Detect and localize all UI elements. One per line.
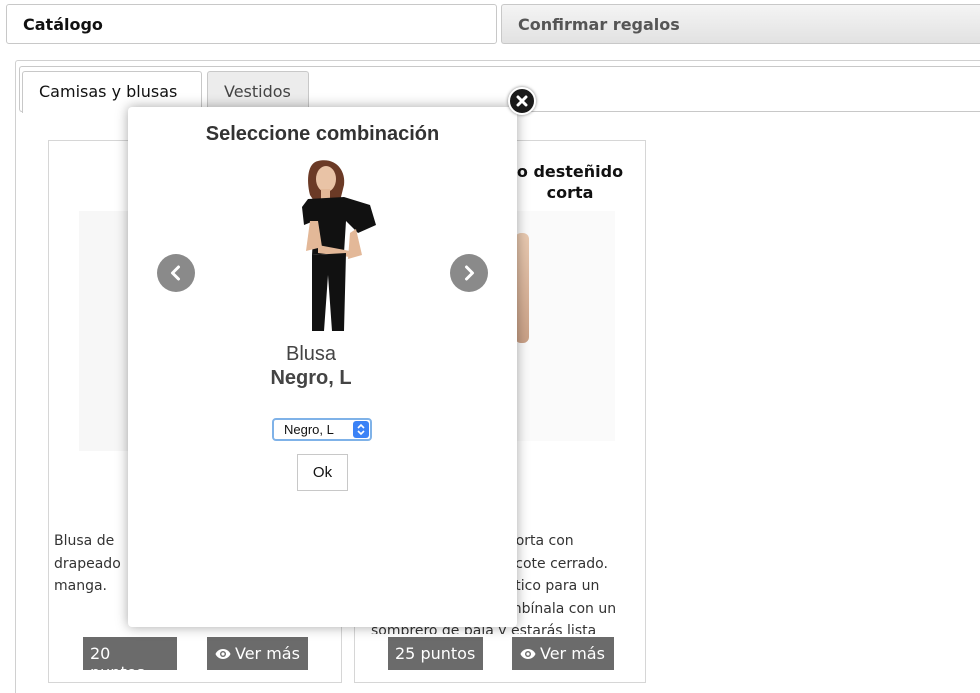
- ok-button[interactable]: Ok: [297, 454, 348, 491]
- combination-select-value: Negro, L: [284, 422, 334, 437]
- view-more-button[interactable]: Ver más: [512, 637, 614, 670]
- product-photo: [302, 160, 376, 331]
- product-combination: Negro, L: [270, 367, 352, 389]
- select-arrows-icon: [353, 421, 369, 438]
- points-label: 25 puntos: [395, 644, 476, 663]
- points-badge: 20 puntos: [83, 637, 177, 682]
- step-confirm-label: Confirmar regalos: [518, 15, 680, 34]
- eye-icon: [520, 649, 536, 659]
- points-badge: 25 puntos: [388, 637, 483, 670]
- product-name: Blusa: [285, 343, 337, 365]
- product-image-fragment: [515, 233, 529, 343]
- view-more-button[interactable]: Ver más: [207, 637, 308, 670]
- combination-select[interactable]: Negro, L: [272, 418, 372, 441]
- view-more-label: Ver más: [540, 644, 605, 663]
- points-label: 20 puntos: [90, 644, 145, 682]
- prev-combination-button[interactable]: [157, 254, 195, 292]
- step-confirm-gifts[interactable]: Confirmar regalos: [501, 4, 980, 44]
- modal-title: Seleccione combinación: [205, 123, 440, 145]
- close-modal-button[interactable]: [508, 87, 536, 115]
- tab-shirts-label: Camisas y blusas: [39, 82, 178, 101]
- step-catalog[interactable]: Catálogo: [6, 4, 497, 44]
- tab-dresses-label: Vestidos: [224, 82, 291, 101]
- product-title: o desteñido corta: [505, 161, 635, 203]
- tab-dresses[interactable]: Vestidos: [207, 71, 309, 112]
- chevron-left-icon: [171, 265, 180, 281]
- step-catalog-label: Catálogo: [23, 15, 103, 34]
- close-icon: [516, 95, 528, 107]
- combination-modal: Seleccione combinación Blusa Negro, L Ne…: [128, 107, 517, 627]
- eye-icon: [215, 649, 231, 659]
- title-line: corta: [546, 183, 594, 202]
- view-more-label: Ver más: [235, 644, 300, 663]
- title-line: o desteñido: [516, 162, 624, 181]
- chevron-right-icon: [465, 265, 474, 281]
- next-combination-button[interactable]: [450, 254, 488, 292]
